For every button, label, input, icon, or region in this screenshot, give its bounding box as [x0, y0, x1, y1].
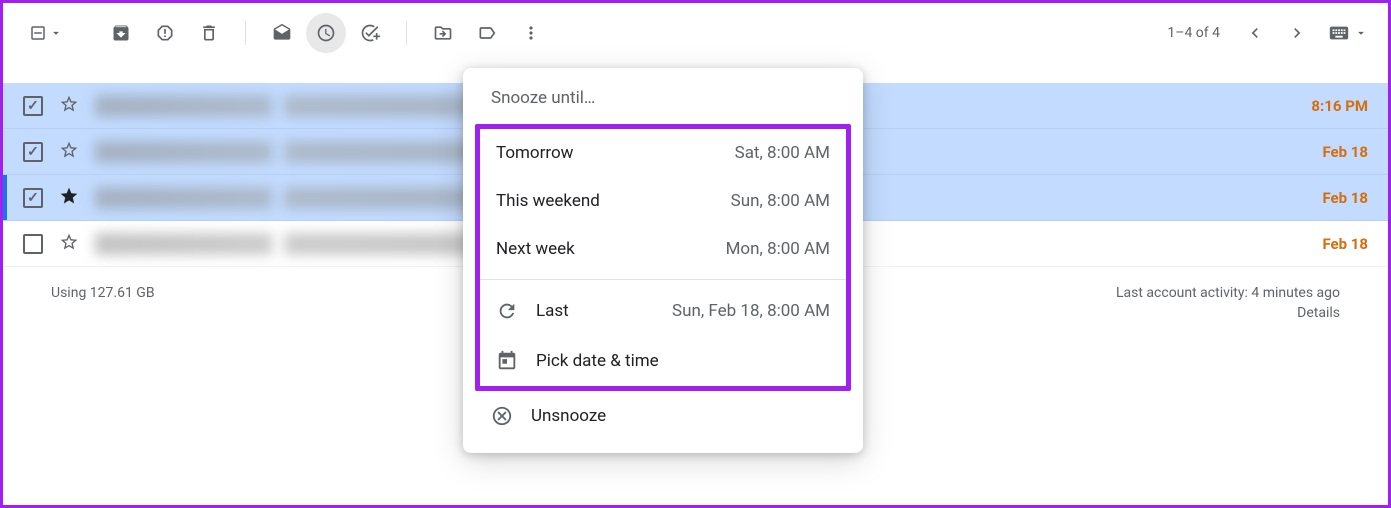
pick-label: Pick date & time: [536, 351, 830, 371]
chevron-right-icon: [1287, 23, 1307, 43]
email-checkbox[interactable]: [23, 188, 43, 208]
snooze-option-time: Mon, 8:00 AM: [726, 239, 830, 259]
folder-move-icon: [433, 23, 453, 43]
trash-icon: [199, 23, 219, 43]
archive-icon: [111, 23, 131, 43]
snooze-option-label: Tomorrow: [496, 143, 573, 163]
last-label: Last: [536, 301, 654, 321]
separator: [245, 21, 246, 45]
star-icon[interactable]: [59, 94, 79, 118]
add-task-icon: [360, 23, 380, 43]
snooze-pick-datetime[interactable]: Pick date & time: [480, 336, 846, 386]
input-tools-button[interactable]: [1328, 22, 1368, 44]
cancel-icon: [491, 405, 513, 427]
snooze-menu: Snooze until… Tomorrow Sat, 8:00 AM This w…: [463, 68, 863, 453]
dropdown-icon: [49, 26, 63, 40]
more-vert-icon: [521, 23, 541, 43]
prev-page-button[interactable]: [1236, 14, 1274, 52]
dropdown-icon: [1354, 26, 1368, 40]
checkbox-outline-icon: [29, 24, 47, 42]
email-time: Feb 18: [1298, 143, 1368, 161]
label-icon: [477, 23, 497, 43]
last-time: Sun, Feb 18, 8:00 AM: [672, 301, 830, 321]
highlighted-options: Tomorrow Sat, 8:00 AM This weekend Sun, 8:0…: [475, 124, 851, 391]
divider: [480, 279, 846, 280]
unsnooze-option[interactable]: Unsnooze: [463, 391, 863, 441]
move-to-button[interactable]: [423, 13, 463, 53]
snooze-option[interactable]: Tomorrow Sat, 8:00 AM: [480, 129, 846, 177]
snooze-option[interactable]: This weekend Sun, 8:00 AM: [480, 177, 846, 225]
snooze-option-label: Next week: [496, 239, 575, 259]
labels-button[interactable]: [467, 13, 507, 53]
star-icon[interactable]: [59, 186, 79, 210]
snooze-last-option[interactable]: Last Sun, Feb 18, 8:00 AM: [480, 286, 846, 336]
mark-unread-button[interactable]: [262, 13, 302, 53]
email-checkbox[interactable]: [23, 234, 43, 254]
snooze-option-time: Sun, 8:00 AM: [731, 191, 830, 211]
separator: [406, 21, 407, 45]
pagination-label: 1–4 of 4: [1167, 25, 1220, 41]
report-spam-button[interactable]: [145, 13, 185, 53]
refresh-icon: [496, 300, 518, 322]
add-to-tasks-button[interactable]: [350, 13, 390, 53]
archive-button[interactable]: [101, 13, 141, 53]
email-checkbox[interactable]: [23, 96, 43, 116]
star-icon[interactable]: [59, 140, 79, 164]
email-time: Feb 18: [1298, 189, 1368, 207]
next-page-button[interactable]: [1278, 14, 1316, 52]
email-time: Feb 18: [1298, 235, 1368, 253]
snooze-title: Snooze until…: [463, 68, 863, 124]
chevron-left-icon: [1245, 23, 1265, 43]
details-link[interactable]: Details: [1116, 305, 1340, 321]
unsnooze-label: Unsnooze: [531, 406, 606, 426]
snooze-option-label: This weekend: [496, 191, 600, 211]
mail-open-icon: [272, 23, 292, 43]
delete-button[interactable]: [189, 13, 229, 53]
snooze-button[interactable]: [306, 13, 346, 53]
toolbar: 1–4 of 4: [3, 3, 1388, 63]
calendar-icon: [496, 350, 518, 372]
snooze-option[interactable]: Next week Mon, 8:00 AM: [480, 225, 846, 273]
spam-icon: [155, 23, 175, 43]
email-time: 8:16 PM: [1298, 97, 1368, 115]
email-checkbox[interactable]: [23, 142, 43, 162]
clock-icon: [316, 23, 336, 43]
activity-label: Last account activity: 4 minutes ago: [1116, 285, 1340, 301]
storage-label: Using 127.61 GB: [51, 285, 155, 321]
keyboard-icon: [1328, 22, 1350, 44]
snooze-option-time: Sat, 8:00 AM: [735, 143, 830, 163]
star-icon[interactable]: [59, 232, 79, 256]
more-button[interactable]: [511, 13, 551, 53]
select-all-dropdown[interactable]: [23, 18, 69, 48]
